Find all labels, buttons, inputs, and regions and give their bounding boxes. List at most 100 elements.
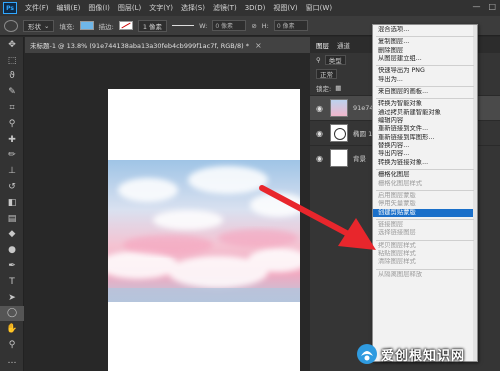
context-menu-item[interactable]: 删除图层 — [373, 47, 477, 55]
menu-image[interactable]: 图像(I) — [84, 3, 114, 13]
menu-separator — [373, 96, 477, 100]
marquee-tool-icon[interactable]: ⬚ — [0, 53, 24, 69]
context-menu-item[interactable]: 转换为智能对象 — [373, 100, 477, 108]
context-menu-item: 选择链接图层 — [378, 229, 416, 237]
brush-tool-icon[interactable]: ✏ — [0, 148, 24, 164]
pen-tool-icon[interactable]: ✒ — [0, 258, 24, 274]
hand-tool-icon[interactable]: ✋ — [0, 321, 24, 337]
layer-thumbnail — [330, 124, 348, 142]
context-menu-item[interactable]: 创建剪贴蒙版 — [373, 208, 477, 217]
context-menu-item[interactable]: 混合选项... — [373, 26, 477, 34]
visibility-eye-icon[interactable]: ◉ — [316, 129, 325, 138]
window-controls: — □ — [472, 2, 496, 11]
tool-mode-select[interactable]: 形状 ⌄ — [23, 19, 55, 32]
lock-pixels-icon[interactable]: ▦ — [335, 84, 341, 92]
height-field[interactable]: 0 像素 — [273, 20, 308, 31]
dodge-tool-icon[interactable]: ● — [0, 242, 24, 258]
stroke-width-field[interactable]: 1 像素 — [137, 19, 168, 32]
clone-stamp-tool-icon[interactable]: ⊥ — [0, 163, 24, 179]
stroke-type-icon[interactable] — [172, 25, 195, 26]
maximize-icon[interactable]: □ — [488, 2, 496, 11]
menu-separator — [373, 188, 477, 192]
lasso-tool-icon[interactable]: ϑ — [0, 69, 24, 85]
context-menu-item[interactable]: 快速导出为 PNG — [373, 67, 477, 75]
ellipse-tool-icon[interactable]: ◯ — [0, 305, 24, 322]
context-menu-item[interactable]: 来自图层的画板... — [373, 88, 477, 96]
close-icon[interactable]: × — [255, 41, 262, 50]
stroke-width-value: 1 像素 — [142, 22, 163, 31]
menu-file[interactable]: 文件(F) — [21, 3, 53, 13]
eraser-tool-icon[interactable]: ◧ — [0, 195, 24, 211]
document-tab[interactable]: 未标题-1 @ 13.8% (91e744138aba13a30feb4cb99… — [25, 37, 310, 53]
menu-window[interactable]: 窗口(W) — [302, 3, 336, 13]
minimize-icon[interactable]: — — [472, 2, 480, 11]
menu-view[interactable]: 视图(V) — [269, 3, 301, 13]
tool-mode-value: 形状 — [28, 22, 41, 31]
watermark-text: 爱创根知识网 — [381, 348, 466, 364]
w-label: W: — [199, 21, 208, 30]
menu-bar: Ps 文件(F) 编辑(E) 图像(I) 图层(L) 文字(Y) 选择(S) 滤… — [0, 0, 500, 16]
context-menu-item[interactable]: 转换为链接对象... — [373, 159, 477, 167]
context-menu-item[interactable]: 复制图层... — [373, 38, 477, 46]
layer-context-menu: 混合选项... 复制图层... 删除图层 从图层建立组... 快速导出为 PNG 导出为.… — [372, 24, 478, 362]
cloud-sky-image — [108, 160, 300, 302]
context-menu-item[interactable]: 导出内容... — [373, 150, 477, 158]
ellipse-tool-preset-icon[interactable] — [4, 19, 18, 32]
gradient-tool-icon[interactable]: ▤ — [0, 211, 24, 227]
menu-separator — [373, 34, 477, 38]
eyedropper-tool-icon[interactable]: ⚲ — [0, 116, 24, 132]
fill-label: 填充: — [59, 22, 75, 31]
menu-3d[interactable]: 3D(D) — [241, 4, 270, 12]
document-canvas[interactable] — [108, 89, 300, 371]
path-selection-tool-icon[interactable]: ➤ — [0, 290, 24, 306]
tab-channels[interactable]: 通道 — [337, 40, 350, 50]
context-menu-item[interactable]: 重新链接到文件... — [373, 125, 477, 133]
menu-layer[interactable]: 图层(L) — [114, 3, 145, 13]
search-icon: ⚲ — [316, 56, 321, 64]
context-menu-item[interactable]: 替换内容... — [373, 142, 477, 150]
menu-separator — [373, 167, 477, 171]
context-menu-item[interactable]: 栅格化图层 — [373, 171, 477, 179]
menu-filter[interactable]: 滤镜(T) — [209, 3, 241, 13]
crop-tool-icon[interactable]: ⌗ — [0, 100, 24, 116]
menu-type[interactable]: 文字(Y) — [145, 3, 177, 13]
photoshop-logo: Ps — [3, 2, 17, 14]
history-brush-tool-icon[interactable]: ↺ — [0, 179, 24, 195]
zoom-tool-icon[interactable]: ⚲ — [0, 337, 24, 353]
menu-select[interactable]: 选择(S) — [177, 3, 209, 13]
width-field[interactable]: 0 像素 — [212, 20, 247, 31]
h-label: H: — [261, 21, 269, 30]
magic-wand-tool-icon[interactable]: ✎ — [0, 84, 24, 100]
blur-tool-icon[interactable]: ◆ — [0, 227, 24, 243]
link-icon[interactable]: ⊘ — [251, 22, 256, 30]
blend-mode-select[interactable]: 正常 — [316, 69, 337, 79]
layer-name: 椭圆 1 — [353, 130, 373, 138]
context-menu-item[interactable]: 通过拷贝新建智能对象 — [373, 109, 477, 117]
more-tools-icon[interactable]: … — [0, 353, 24, 369]
context-menu-item: 从隔离图层释放 — [378, 270, 423, 278]
context-menu-item[interactable]: 重新链接到库图形... — [373, 134, 477, 142]
menu-separator — [373, 84, 477, 88]
tab-layers[interactable]: 图层 — [316, 40, 329, 50]
menu-separator — [373, 267, 477, 271]
context-menu-item: 链接图层 — [378, 220, 404, 228]
type-tool-icon[interactable]: T — [0, 274, 24, 290]
menu-scrollbar[interactable] — [473, 25, 477, 361]
layer-thumbnail — [330, 149, 348, 167]
context-menu-item[interactable]: 编辑内容 — [373, 117, 477, 125]
healing-brush-tool-icon[interactable]: ✚ — [0, 132, 24, 148]
context-menu-item[interactable]: 从图层建立组... — [373, 55, 477, 63]
visibility-eye-icon[interactable]: ◉ — [316, 104, 325, 113]
tools-panel: ✥ ⬚ ϑ ✎ ⌗ ⚲ ✚ ✏ ⊥ ↺ ◧ ▤ ◆ ● ✒ T ➤ ◯ ✋ ⚲ … — [0, 37, 24, 371]
menu-edit[interactable]: 编辑(E) — [53, 3, 85, 13]
fill-swatch[interactable] — [79, 21, 94, 30]
stroke-swatch[interactable] — [118, 21, 133, 30]
stroke-label: 描边: — [98, 22, 114, 31]
move-tool-icon[interactable]: ✥ — [0, 37, 24, 53]
layer-thumbnail — [330, 99, 348, 117]
menu-separator — [373, 63, 477, 67]
context-menu-item[interactable]: 导出为... — [373, 76, 477, 84]
canvas-area[interactable] — [25, 53, 310, 371]
visibility-eye-icon[interactable]: ◉ — [316, 154, 325, 163]
layer-kind-select[interactable]: 类型 — [324, 55, 346, 65]
